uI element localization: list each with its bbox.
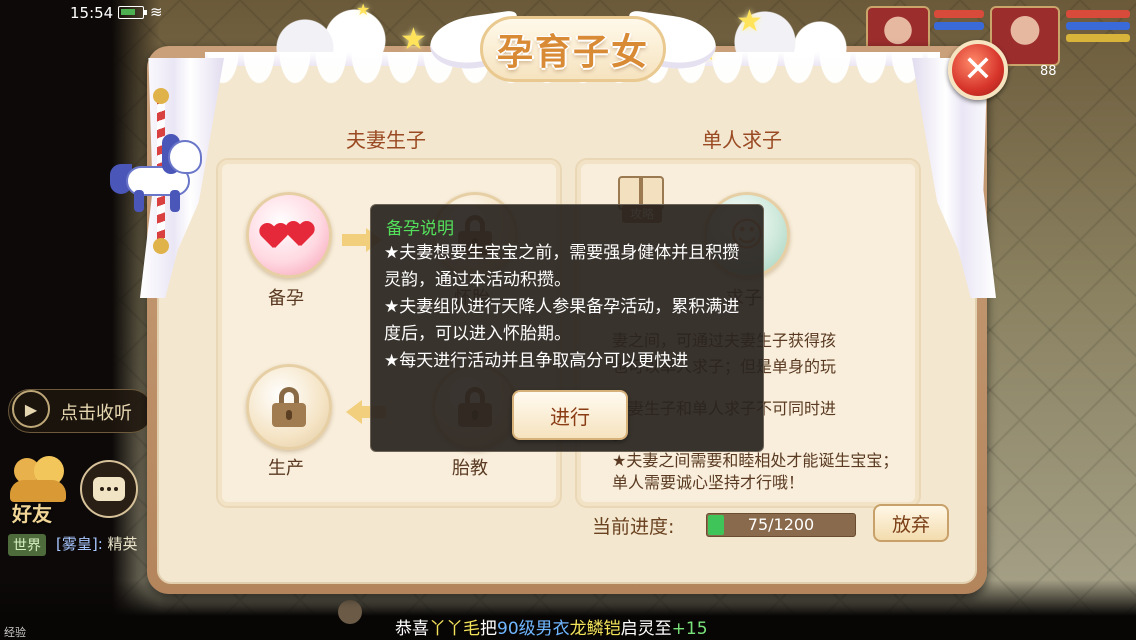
give-up-button[interactable]: 放弃 xyxy=(873,504,949,542)
world-chat-sender: [雾皇]: xyxy=(56,535,103,553)
star-icon: ★ xyxy=(356,0,371,19)
step-birth-node[interactable] xyxy=(246,364,332,450)
panel-title: 孕育子女 xyxy=(496,31,649,73)
player-level: 88 xyxy=(1040,64,1057,79)
couple-section-title: 夫妻生子 xyxy=(346,128,426,152)
step-birth-label: 生产 xyxy=(268,458,304,479)
step-prepare-label: 备孕 xyxy=(268,288,304,309)
progress-value: 75/1200 xyxy=(747,515,815,534)
tooltip-line: ★夫妻组队进行天降人参果备孕活动，累积满进度后，可以进入怀胎期。 xyxy=(384,297,740,344)
chat-button[interactable] xyxy=(80,460,138,518)
player-mp-bar xyxy=(1066,22,1130,30)
step-prepare-node[interactable] xyxy=(246,192,332,278)
friends-icon[interactable] xyxy=(10,456,66,504)
carousel-pole-cap xyxy=(153,88,169,104)
carousel-horse-icon xyxy=(108,130,212,214)
broadcast-mid: 把 xyxy=(480,619,497,639)
progress-label: 当前进度: xyxy=(592,516,675,538)
status-time: 15:54 xyxy=(70,4,114,22)
lock-icon xyxy=(272,387,306,427)
listen-label: 点击收听 xyxy=(60,403,132,424)
close-x-icon: ✕ xyxy=(962,49,994,90)
friends-label[interactable]: 好友 xyxy=(12,498,52,527)
world-chat-text: 精英 xyxy=(107,535,138,553)
broadcast-player: 丫丫毛 xyxy=(429,619,480,639)
star-icon: ★ xyxy=(400,22,427,57)
pet-hp-bar xyxy=(934,10,984,18)
pet-mp-bar xyxy=(934,22,984,30)
close-button[interactable]: ✕ xyxy=(948,40,1008,100)
tooltip-line: ★每天进行活动并且争取高分可以更快进 xyxy=(384,351,689,371)
world-channel-tag[interactable]: 世界 xyxy=(8,534,46,556)
carousel-pole-cap xyxy=(153,238,169,254)
exp-label: 经验 xyxy=(4,626,26,639)
proceed-button[interactable]: 进行 xyxy=(512,390,628,440)
title-plate: 孕育子女 xyxy=(480,16,666,82)
broadcast-value: +15 xyxy=(671,619,708,639)
broadcast-item-level: 90级男衣 xyxy=(497,619,570,639)
player-anger-bar xyxy=(1066,34,1130,42)
broadcast-prefix: 恭喜 xyxy=(395,619,429,639)
tooltip-body[interactable]: ★夫妻想要生宝宝之前，需要强身健体并且积攒灵韵，通过本活动积攒。 ★夫妻组队进行… xyxy=(384,240,754,384)
step-prenatal-label: 胎教 xyxy=(452,458,488,479)
rule-line: ★夫妻之间需要和睦相处才能诞生宝宝；单人需要诚心坚持才行哦！ xyxy=(612,451,899,492)
title-banner: 孕育子女 xyxy=(426,4,720,92)
play-icon: ▶ xyxy=(12,390,50,428)
battery-icon xyxy=(118,6,147,19)
single-section-title: 单人求子 xyxy=(702,128,782,152)
broadcast-item-name: 龙鳞铠 xyxy=(569,619,621,639)
settings-gear-icon[interactable] xyxy=(338,600,362,624)
wifi-icon: ≋ xyxy=(150,3,163,21)
chat-bubble-icon xyxy=(93,477,125,501)
tooltip-line: ★夫妻想要生宝宝之前，需要强身健体并且积攒灵韵，通过本活动积攒。 xyxy=(384,243,740,290)
hearts-icon xyxy=(259,214,319,256)
system-broadcast: 恭喜丫丫毛把90级男衣龙鳞铠启灵至+15 xyxy=(395,614,708,639)
tooltip-title: 备孕说明 xyxy=(386,219,454,239)
broadcast-action: 启灵至 xyxy=(620,619,672,639)
player-hp-bar xyxy=(1066,10,1130,18)
world-chat-message[interactable]: [雾皇]: 精英 xyxy=(56,533,138,554)
star-icon: ★ xyxy=(736,4,763,39)
